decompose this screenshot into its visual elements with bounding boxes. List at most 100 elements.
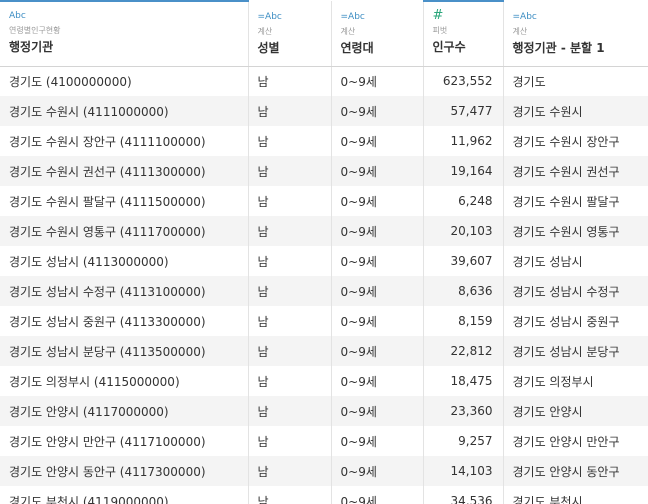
cell-age-group[interactable]: 0~9세 (331, 276, 424, 306)
cell-population[interactable]: 23,360 (423, 396, 504, 426)
cell-split1[interactable]: 경기도 성남시 (503, 246, 648, 276)
cell-agency[interactable]: 경기도 성남시 (4113000000) (0, 246, 249, 276)
cell-sex[interactable]: 남 (248, 396, 332, 426)
cell-split1[interactable]: 경기도 부천시 (503, 486, 648, 504)
cell-population[interactable]: 8,636 (423, 276, 504, 306)
cell-age-group[interactable]: 0~9세 (331, 126, 424, 156)
cell-age-group[interactable]: 0~9세 (331, 336, 424, 366)
column-header-agency[interactable]: Abc 연령별인구현황 행정기관 (0, 0, 249, 67)
column-header-sex[interactable]: =Abc 계산 성별 (248, 1, 332, 67)
cell-population[interactable]: 18,475 (423, 366, 504, 396)
cell-split1[interactable]: 경기도 (503, 66, 648, 96)
cell-sex[interactable]: 남 (248, 306, 332, 336)
cell-population[interactable]: 20,103 (423, 216, 504, 246)
cell-sex[interactable]: 남 (248, 246, 332, 276)
cell-split1[interactable]: 경기도 안양시 만안구 (503, 426, 648, 456)
column-header-split1[interactable]: =Abc 계산 행정기관 - 분할 1 (503, 1, 648, 67)
cell-agency[interactable]: 경기도 수원시 팔달구 (4111500000) (0, 186, 249, 216)
table-row[interactable]: 경기도 안양시 (4117000000) 남 0~9세 23,360 경기도 안양시 (0, 396, 648, 426)
cell-split1[interactable]: 경기도 성남시 수정구 (503, 276, 648, 306)
cell-split1[interactable]: 경기도 의정부시 (503, 366, 648, 396)
cell-split1[interactable]: 경기도 성남시 중원구 (503, 306, 648, 336)
cell-agency[interactable]: 경기도 수원시 (4111000000) (0, 96, 249, 126)
table-row[interactable]: 경기도 수원시 영통구 (4111700000) 남 0~9세 20,103 경기도 수… (0, 216, 648, 246)
cell-age-group[interactable]: 0~9세 (331, 156, 424, 186)
cell-age-group[interactable]: 0~9세 (331, 216, 424, 246)
cell-agency[interactable]: 경기도 수원시 장안구 (4111100000) (0, 126, 249, 156)
cell-split1[interactable]: 경기도 수원시 영통구 (503, 216, 648, 246)
table-row[interactable]: 경기도 성남시 분당구 (4113500000) 남 0~9세 22,812 경기도 성… (0, 336, 648, 366)
cell-population[interactable]: 39,607 (423, 246, 504, 276)
cell-agency[interactable]: 경기도 부천시 (4119000000) (0, 486, 249, 504)
cell-sex[interactable]: 남 (248, 66, 332, 96)
cell-age-group[interactable]: 0~9세 (331, 306, 424, 336)
cell-population[interactable]: 9,257 (423, 426, 504, 456)
cell-age-group[interactable]: 0~9세 (331, 96, 424, 126)
cell-age-group[interactable]: 0~9세 (331, 396, 424, 426)
cell-split1[interactable]: 경기도 안양시 동안구 (503, 456, 648, 486)
cell-agency[interactable]: 경기도 성남시 중원구 (4113300000) (0, 306, 249, 336)
cell-population[interactable]: 34,536 (423, 486, 504, 504)
cell-agency[interactable]: 경기도 안양시 만안구 (4117100000) (0, 426, 249, 456)
number-type-icon[interactable]: # (433, 9, 503, 22)
cell-sex[interactable]: 남 (248, 96, 332, 126)
table-row[interactable]: 경기도 성남시 수정구 (4113100000) 남 0~9세 8,636 경기도 성남… (0, 276, 648, 306)
cell-sex[interactable]: 남 (248, 186, 332, 216)
column-header-population[interactable]: # 피벗 인구수 (423, 0, 504, 67)
cell-sex[interactable]: 남 (248, 456, 332, 486)
cell-sex[interactable]: 남 (248, 216, 332, 246)
cell-split1[interactable]: 경기도 수원시 팔달구 (503, 186, 648, 216)
cell-split1[interactable]: 경기도 수원시 장안구 (503, 126, 648, 156)
column-header-age-group[interactable]: =Abc 계산 연령대 (331, 1, 424, 67)
cell-agency[interactable]: 경기도 수원시 영통구 (4111700000) (0, 216, 249, 246)
cell-agency[interactable]: 경기도 안양시 동안구 (4117300000) (0, 456, 249, 486)
cell-population[interactable]: 11,962 (423, 126, 504, 156)
calculated-string-type-icon[interactable]: =Abc (513, 11, 648, 23)
table-row[interactable]: 경기도 의정부시 (4115000000) 남 0~9세 18,475 경기도 의정부시 (0, 366, 648, 396)
cell-split1[interactable]: 경기도 안양시 (503, 396, 648, 426)
cell-population[interactable]: 19,164 (423, 156, 504, 186)
calculated-string-type-icon[interactable]: =Abc (341, 11, 423, 23)
cell-age-group[interactable]: 0~9세 (331, 66, 424, 96)
cell-age-group[interactable]: 0~9세 (331, 246, 424, 276)
cell-split1[interactable]: 경기도 성남시 분당구 (503, 336, 648, 366)
cell-agency[interactable]: 경기도 성남시 수정구 (4113100000) (0, 276, 249, 306)
cell-agency[interactable]: 경기도 (4100000000) (0, 66, 249, 96)
cell-population[interactable]: 22,812 (423, 336, 504, 366)
cell-sex[interactable]: 남 (248, 426, 332, 456)
cell-sex[interactable]: 남 (248, 336, 332, 366)
cell-age-group[interactable]: 0~9세 (331, 186, 424, 216)
cell-split1[interactable]: 경기도 수원시 권선구 (503, 156, 648, 186)
table-row[interactable]: 경기도 수원시 장안구 (4111100000) 남 0~9세 11,962 경기도 수… (0, 126, 648, 156)
table-row[interactable]: 경기도 수원시 팔달구 (4111500000) 남 0~9세 6,248 경기도 수원… (0, 186, 648, 216)
string-type-icon[interactable]: Abc (9, 10, 248, 22)
cell-sex[interactable]: 남 (248, 126, 332, 156)
table-row[interactable]: 경기도 수원시 권선구 (4111300000) 남 0~9세 19,164 경기도 수… (0, 156, 648, 186)
calculated-string-type-icon[interactable]: =Abc (258, 11, 331, 23)
table-row[interactable]: 경기도 성남시 (4113000000) 남 0~9세 39,607 경기도 성남시 (0, 246, 648, 276)
table-row[interactable]: 경기도 (4100000000) 남 0~9세 623,552 경기도 (0, 66, 648, 96)
table-row[interactable]: 경기도 부천시 (4119000000) 남 0~9세 34,536 경기도 부천시 (0, 486, 648, 504)
cell-sex[interactable]: 남 (248, 486, 332, 504)
cell-agency[interactable]: 경기도 성남시 분당구 (4113500000) (0, 336, 249, 366)
cell-agency[interactable]: 경기도 안양시 (4117000000) (0, 396, 249, 426)
cell-population[interactable]: 57,477 (423, 96, 504, 126)
cell-age-group[interactable]: 0~9세 (331, 456, 424, 486)
cell-population[interactable]: 6,248 (423, 186, 504, 216)
cell-population[interactable]: 8,159 (423, 306, 504, 336)
cell-split1[interactable]: 경기도 수원시 (503, 96, 648, 126)
cell-sex[interactable]: 남 (248, 276, 332, 306)
cell-sex[interactable]: 남 (248, 366, 332, 396)
table-row[interactable]: 경기도 안양시 만안구 (4117100000) 남 0~9세 9,257 경기도 안양… (0, 426, 648, 456)
cell-age-group[interactable]: 0~9세 (331, 366, 424, 396)
table-row[interactable]: 경기도 수원시 (4111000000) 남 0~9세 57,477 경기도 수원시 (0, 96, 648, 126)
table-row[interactable]: 경기도 안양시 동안구 (4117300000) 남 0~9세 14,103 경기도 안… (0, 456, 648, 486)
cell-population[interactable]: 623,552 (423, 66, 504, 96)
cell-population[interactable]: 14,103 (423, 456, 504, 486)
cell-sex[interactable]: 남 (248, 156, 332, 186)
table-row[interactable]: 경기도 성남시 중원구 (4113300000) 남 0~9세 8,159 경기도 성남… (0, 306, 648, 336)
cell-age-group[interactable]: 0~9세 (331, 486, 424, 504)
cell-age-group[interactable]: 0~9세 (331, 426, 424, 456)
cell-agency[interactable]: 경기도 의정부시 (4115000000) (0, 366, 249, 396)
cell-agency[interactable]: 경기도 수원시 권선구 (4111300000) (0, 156, 249, 186)
